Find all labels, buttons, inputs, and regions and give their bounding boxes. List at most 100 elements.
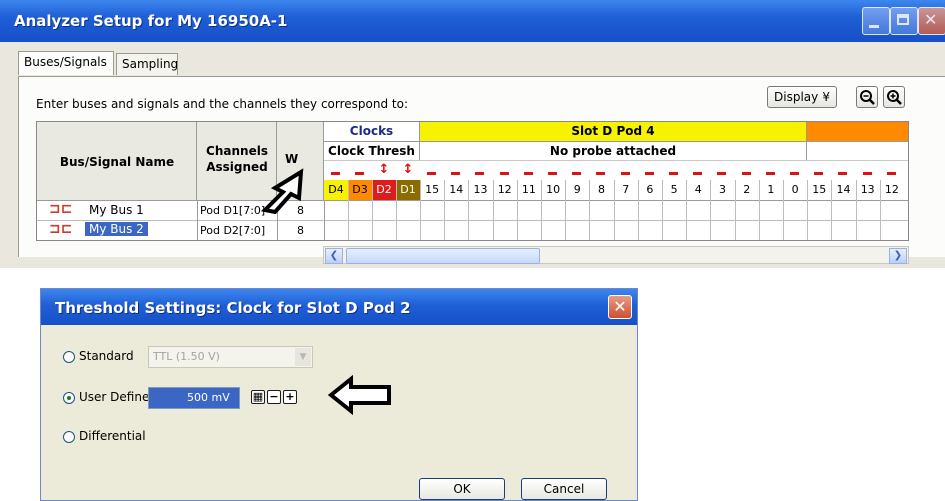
channel-number-cell[interactable]: 15 [807,180,832,200]
channel-number-cell[interactable]: 0 [783,180,808,200]
up-down-arrow-icon: ↕ [378,162,390,177]
title-bar: Analyzer Setup for My 16950A-1 [0,0,945,42]
scroll-thumb[interactable] [346,248,540,264]
threshold-marker-icon [355,172,364,175]
channel-number-cell[interactable]: 14 [831,180,856,200]
channel-number-cell[interactable]: 8 [589,180,614,200]
zoom-in-icon[interactable] [883,86,905,108]
channel-number-cell[interactable]: 14 [444,180,469,200]
threshold-marker-icon [523,172,533,175]
standard-threshold-value: TTL (1.50 V) [153,350,220,363]
threshold-marker-icon [451,172,461,175]
threshold-marker-icon [717,172,727,175]
channel-number-cell[interactable]: 1 [758,180,783,200]
channel-number-cell[interactable]: 11 [516,180,541,200]
clock-channel-d2[interactable]: D2 [372,180,396,200]
cancel-button[interactable]: Cancel [521,478,607,500]
channels-cell[interactable]: Pod D2[7:0] [197,221,277,240]
standard-threshold-select: TTL (1.50 V) ▼ [148,346,313,368]
threshold-marker-icon [644,172,654,175]
next-slot-header [807,122,908,141]
clock-channel-d3[interactable]: D3 [348,180,372,200]
differential-radio[interactable] [63,431,75,443]
threshold-marker-icon [548,172,557,175]
threshold-marker-icon [596,172,606,175]
channel-number-cell[interactable]: 5 [662,180,687,200]
differential-label: Differential [79,429,146,443]
bus-icon: ⊐⊏ [49,201,73,217]
threshold-marker-icon [669,172,678,175]
threshold-marker-icon [620,172,630,175]
next-slot-subheader [807,141,908,160]
analyzer-setup-window: Analyzer Setup for My 16950A-1 Buses/Sig… [0,0,945,268]
header-channels-label: Channels [206,144,268,158]
dialog-title-bar: Threshold Settings: Clock for Slot D Pod… [41,289,637,325]
channel-number-cell[interactable]: 6 [637,180,662,200]
table-row[interactable]: ⊐⊏ My Bus 1 [37,201,197,220]
channel-number-cell[interactable]: 12 [879,180,904,200]
header-bus-signal-name-label: Bus/Signal Name [59,155,175,169]
arrow-annotation-icon [327,375,391,415]
clocks-group-header: Clocks [324,122,420,141]
header-bus-signal-name[interactable]: Bus/Signal Name [37,122,197,200]
channel-number-cell[interactable]: 13 [468,180,493,200]
channel-number-cell[interactable]: 2 [734,180,759,200]
channel-number-cell[interactable]: 9 [565,180,590,200]
channel-number-cell[interactable]: 4 [686,180,711,200]
tab-buses-signals[interactable]: Buses/Signals [18,51,114,75]
threshold-marker-icon [862,172,872,175]
decrement-button[interactable]: − [267,390,281,404]
threshold-marker-icon [741,172,751,175]
threshold-marker-icon [765,172,775,175]
maximize-icon[interactable] [890,7,918,35]
channel-number-cell[interactable]: 10 [541,180,566,200]
close-icon[interactable] [918,7,945,35]
clock-thresh-header[interactable]: Clock Thresh [324,141,420,160]
standard-label: Standard [79,349,134,363]
minimize-icon[interactable] [862,7,890,35]
zoom-out-icon[interactable] [856,86,878,108]
threshold-marker-icon [838,172,848,175]
threshold-marker-icon [427,172,436,175]
threshold-marker-icon [886,172,896,175]
chevron-down-icon: ¥ [822,90,830,104]
increment-button[interactable]: + [283,390,297,404]
window-title: Analyzer Setup for My 16950A-1 [14,12,288,30]
bus-signal-table: Bus/Signal Name Channels Assigned W Cloc… [36,121,909,241]
threshold-marker-icon [790,172,799,175]
tab-sampling[interactable]: Sampling [116,53,178,75]
channel-number-cell[interactable]: 15 [420,180,445,200]
threshold-marker-icon [475,172,485,175]
chevron-down-icon: ▼ [295,348,311,366]
ok-button[interactable]: OK [419,478,505,500]
table-row[interactable]: ⊐⊏ My Bus 2 [37,221,197,240]
up-down-arrow-icon: ↕ [402,162,414,177]
close-icon[interactable]: ✕ [608,295,632,319]
display-button[interactable]: Display ¥ [767,86,837,108]
instruction-text: Enter buses and signals and the channels… [36,97,409,111]
bus-icon: ⊐⊏ [49,221,73,237]
scroll-right-icon[interactable]: ❯ [889,248,907,264]
dialog-title: Threshold Settings: Clock for Slot D Pod… [55,299,411,317]
threshold-marker-icon [814,172,824,175]
standard-radio[interactable] [63,351,75,363]
display-button-label: Display [774,90,819,104]
threshold-settings-dialog: Threshold Settings: Clock for Slot D Pod… [40,288,638,501]
slot-d-pod-4-header: Slot D Pod 4 [420,122,807,141]
threshold-marker-icon [572,172,582,175]
arrow-annotation-icon [261,168,304,214]
threshold-marker-icon [499,172,509,175]
scroll-left-icon[interactable]: ❮ [325,248,343,264]
channel-number-cell[interactable]: 7 [613,180,638,200]
channel-number-cell[interactable]: 3 [710,180,735,200]
calculator-icon[interactable]: ▦ [251,390,265,404]
user-defined-label: User Defined [79,390,157,404]
clock-channel-d1[interactable]: D1 [396,180,420,200]
no-probe-attached-label: No probe attached [420,141,807,160]
horizontal-scrollbar[interactable]: ❮ ❯ [323,246,909,264]
channel-number-cell[interactable]: 12 [492,180,517,200]
width-cell[interactable]: 8 [277,221,324,240]
channel-number-cell[interactable]: 13 [855,180,880,200]
user-defined-threshold-input[interactable]: 500 mV [148,387,240,409]
user-defined-radio[interactable] [63,392,75,404]
